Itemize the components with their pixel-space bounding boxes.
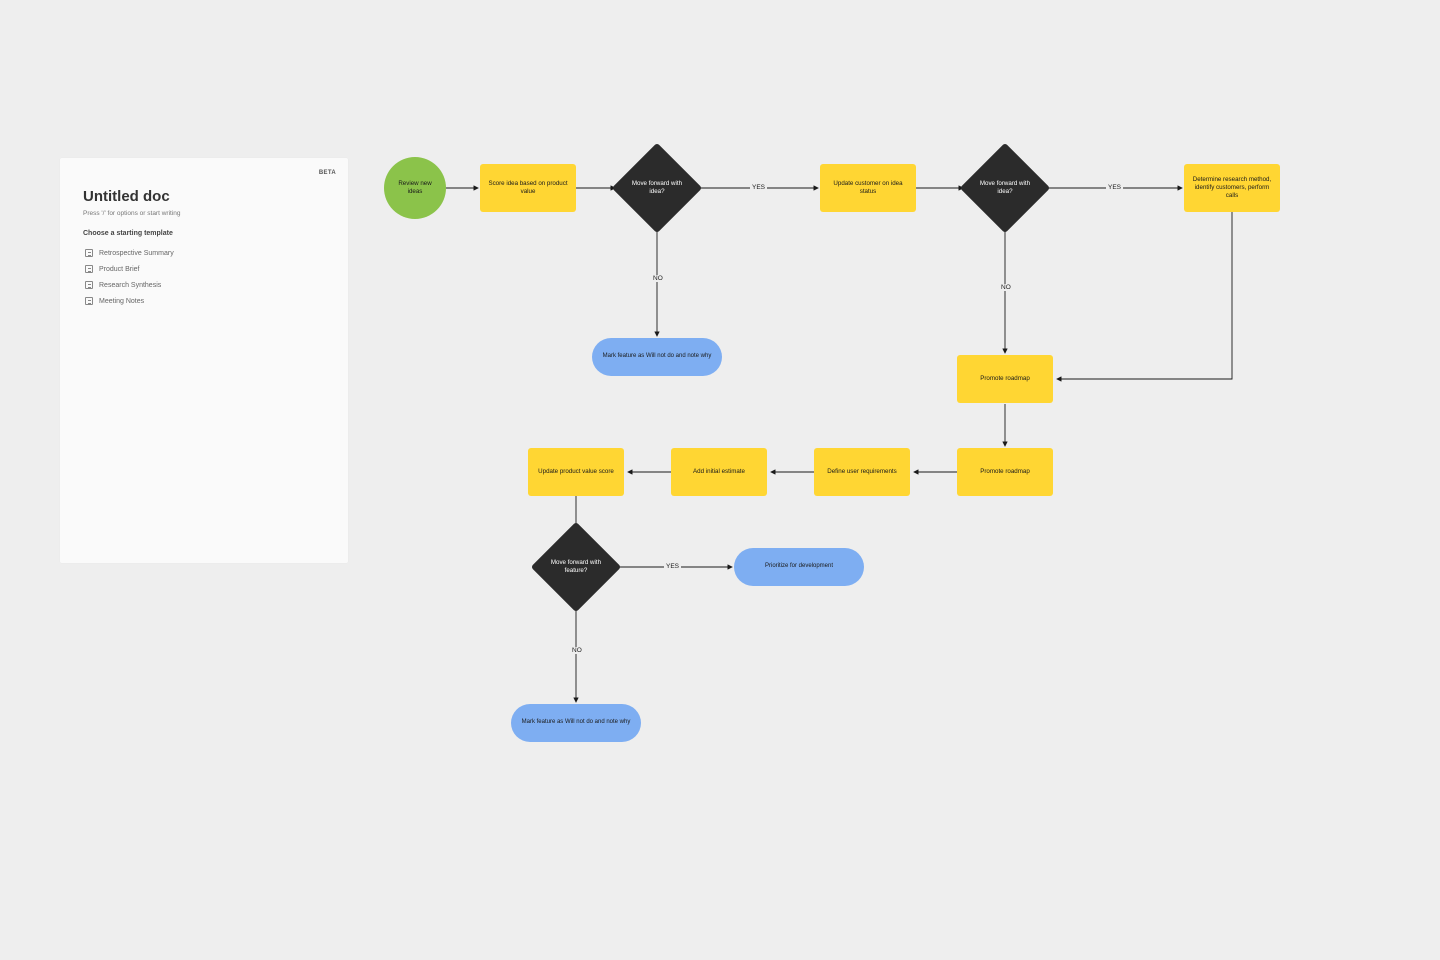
edge-label-no-2: NO bbox=[999, 284, 1013, 291]
template-icon bbox=[85, 297, 93, 305]
edge-label-no-1: NO bbox=[651, 275, 665, 282]
node-decision-3[interactable]: Move forward with feature? bbox=[531, 522, 622, 613]
edge-label-no-3: NO bbox=[570, 647, 584, 654]
node-label: Score idea based on product value bbox=[488, 180, 568, 196]
template-icon bbox=[85, 281, 93, 289]
node-label: Move forward with idea? bbox=[973, 180, 1037, 196]
node-update-customer[interactable]: Update customer on idea status bbox=[820, 164, 916, 212]
node-label: Prioritize for development bbox=[765, 563, 833, 571]
node-define-user-req[interactable]: Define user requirements bbox=[814, 448, 910, 496]
node-label: Move forward with feature? bbox=[544, 559, 608, 575]
edge-label-yes-3: YES bbox=[664, 563, 681, 570]
template-item-research-synthesis[interactable]: Research Synthesis bbox=[83, 277, 325, 293]
template-item-product-brief[interactable]: Product Brief bbox=[83, 261, 325, 277]
choose-template-label: Choose a starting template bbox=[83, 230, 325, 237]
node-start[interactable]: Review new ideas bbox=[384, 157, 446, 219]
node-promote-roadmap-1[interactable]: Promote roadmap bbox=[957, 355, 1053, 403]
doc-subtitle: Press '/' for options or start writing bbox=[83, 210, 325, 217]
node-label: Promote roadmap bbox=[980, 375, 1030, 383]
node-determine-research[interactable]: Determine research method, identify cust… bbox=[1184, 164, 1280, 212]
node-decision-2[interactable]: Move forward with idea? bbox=[960, 143, 1051, 234]
node-label: Update product value score bbox=[538, 468, 614, 476]
template-label: Meeting Notes bbox=[99, 298, 144, 305]
node-promote-roadmap-2[interactable]: Promote roadmap bbox=[957, 448, 1053, 496]
node-label: Review new ideas bbox=[392, 180, 438, 196]
doc-panel[interactable]: BETA Untitled doc Press '/' for options … bbox=[60, 158, 348, 563]
template-icon bbox=[85, 265, 93, 273]
node-add-initial-estimate[interactable]: Add initial estimate bbox=[671, 448, 767, 496]
node-score-idea[interactable]: Score idea based on product value bbox=[480, 164, 576, 212]
node-update-score[interactable]: Update product value score bbox=[528, 448, 624, 496]
canvas[interactable]: BETA Untitled doc Press '/' for options … bbox=[0, 0, 1440, 960]
doc-title[interactable]: Untitled doc bbox=[83, 188, 325, 205]
node-terminal-prioritize[interactable]: Prioritize for development bbox=[734, 548, 864, 586]
edge-label-yes-2: YES bbox=[1106, 184, 1123, 191]
node-label: Define user requirements bbox=[827, 468, 896, 476]
node-label: Update customer on idea status bbox=[828, 180, 908, 196]
beta-badge: BETA bbox=[319, 170, 336, 176]
node-label: Move forward with idea? bbox=[625, 180, 689, 196]
template-label: Product Brief bbox=[99, 266, 139, 273]
node-decision-1[interactable]: Move forward with idea? bbox=[612, 143, 703, 234]
template-label: Retrospective Summary bbox=[99, 250, 174, 257]
node-label: Determine research method, identify cust… bbox=[1192, 176, 1272, 200]
node-terminal-willnot-1[interactable]: Mark feature as Will not do and note why bbox=[592, 338, 722, 376]
node-label: Mark feature as Will not do and note why bbox=[603, 353, 712, 361]
template-label: Research Synthesis bbox=[99, 282, 161, 289]
node-terminal-willnot-2[interactable]: Mark feature as Will not do and note why bbox=[511, 704, 641, 742]
template-item-meeting-notes[interactable]: Meeting Notes bbox=[83, 293, 325, 309]
node-label: Promote roadmap bbox=[980, 468, 1030, 476]
template-list: Retrospective Summary Product Brief Rese… bbox=[83, 245, 325, 309]
node-label: Mark feature as Will not do and note why bbox=[522, 719, 631, 727]
edge-label-yes-1: YES bbox=[750, 184, 767, 191]
template-item-retrospective[interactable]: Retrospective Summary bbox=[83, 245, 325, 261]
template-icon bbox=[85, 249, 93, 257]
node-label: Add initial estimate bbox=[693, 468, 745, 476]
